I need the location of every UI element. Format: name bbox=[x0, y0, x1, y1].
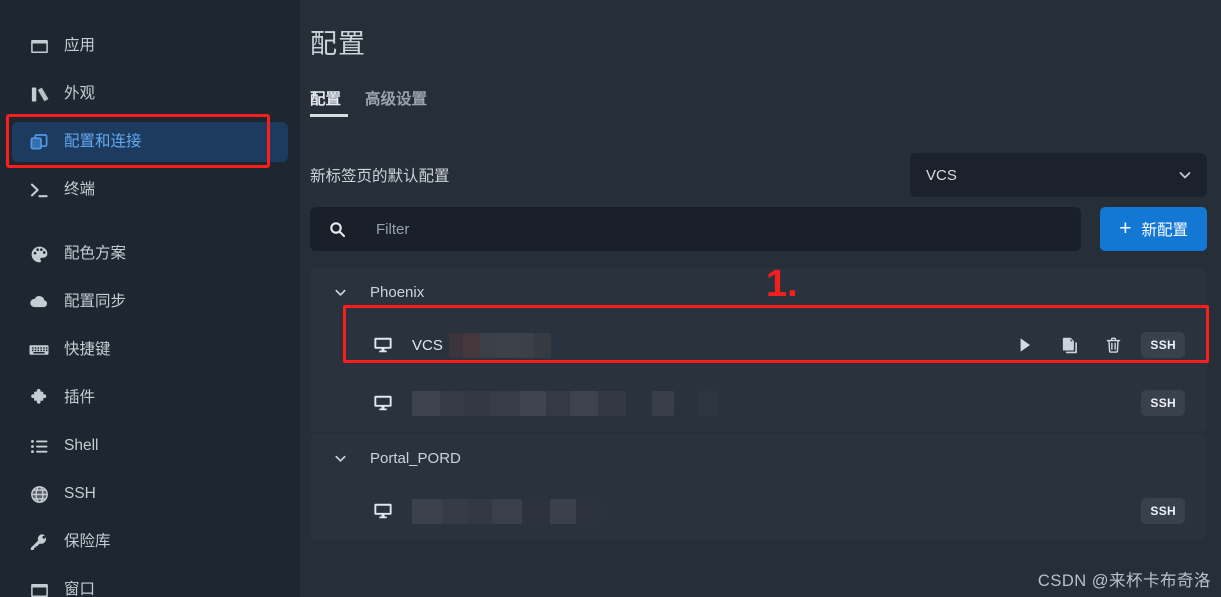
page-title: 配置 bbox=[310, 29, 366, 59]
list-icon bbox=[28, 435, 50, 457]
sidebar-item-list: 应用外观配置和连接终端配色方案配置同步快捷键插件 Shell SSH 保险库窗口 bbox=[0, 26, 300, 597]
sidebar-item-2[interactable]: 外观 bbox=[12, 74, 288, 114]
monitor-icon bbox=[373, 393, 393, 413]
sidebar-item-label: 终端 bbox=[64, 181, 96, 199]
trash-icon[interactable] bbox=[1091, 328, 1135, 362]
profile-group-list: Phoenix VCS SSH SSH Portal_PORD SSH bbox=[310, 268, 1209, 540]
row-actions: SSH bbox=[1135, 498, 1185, 524]
groups-container: Phoenix VCS SSH SSH Portal_PORD SSH bbox=[310, 268, 1207, 540]
tab-2[interactable]: 高级设置 bbox=[365, 87, 427, 117]
settings-main-panel: 配置 配置 高级设置 新标签页的默认配置 VCS Filter + 新配置 Ph… bbox=[300, 0, 1221, 597]
profile-group: Portal_PORD SSH bbox=[310, 434, 1207, 540]
redacted-profile-detail bbox=[448, 332, 1004, 358]
chevron-down-icon bbox=[333, 451, 348, 466]
profile-row[interactable]: SSH bbox=[310, 482, 1207, 540]
sidebar-item-label: 配色方案 bbox=[64, 245, 127, 263]
sidebar-item-label: 保险库 bbox=[64, 533, 111, 551]
redacted-profile-detail bbox=[412, 390, 1135, 416]
profiles-icon bbox=[28, 131, 50, 153]
sidebar-item-1[interactable]: 应用 bbox=[12, 26, 288, 66]
profile-row[interactable]: VCS SSH bbox=[310, 316, 1207, 374]
key-icon bbox=[28, 531, 50, 553]
profile-row[interactable]: SSH bbox=[310, 374, 1207, 432]
search-box[interactable] bbox=[310, 207, 1082, 251]
sidebar-item-label: 外观 bbox=[64, 85, 96, 103]
sidebar-item-label: 配置和连接 bbox=[64, 133, 142, 151]
terminal-icon bbox=[28, 179, 50, 201]
sidebar-item-8[interactable]: 插件 bbox=[12, 378, 288, 418]
monitor-icon bbox=[373, 335, 393, 355]
new-profile-button[interactable]: + 新配置 bbox=[1100, 207, 1207, 251]
plus-icon: + bbox=[1119, 216, 1132, 240]
group-name: Phoenix bbox=[370, 283, 425, 301]
default-profile-value: VCS bbox=[926, 166, 957, 184]
search-icon bbox=[329, 221, 346, 238]
filter-row: + 新配置 bbox=[310, 207, 1221, 251]
ssh-badge[interactable]: SSH bbox=[1141, 390, 1185, 416]
window-icon bbox=[28, 579, 50, 597]
sidebar-item-7[interactable]: 快捷键 bbox=[12, 330, 288, 370]
sidebar-item-3[interactable]: 配置和连接 bbox=[12, 122, 288, 162]
sidebar-item-label: SSH bbox=[64, 485, 96, 503]
keyboard-icon bbox=[28, 339, 50, 361]
cloud-icon bbox=[28, 291, 50, 313]
ssh-badge[interactable]: SSH bbox=[1141, 498, 1185, 524]
monitor-icon bbox=[373, 501, 393, 521]
sidebar-item-12[interactable]: 窗口 bbox=[12, 570, 288, 597]
chevron-down-icon bbox=[1177, 167, 1193, 183]
profile-name: VCS bbox=[412, 336, 443, 354]
tab-1[interactable]: 配置 bbox=[310, 87, 349, 117]
sidebar-item-label: 插件 bbox=[64, 389, 96, 407]
sidebar-item-6[interactable]: 配置同步 bbox=[12, 282, 288, 322]
redacted-profile-detail bbox=[412, 498, 1135, 524]
sidebar-item-label: Shell bbox=[64, 437, 99, 455]
sidebar-item-5[interactable]: 配色方案 bbox=[12, 234, 288, 274]
row-actions: SSH bbox=[1003, 328, 1185, 362]
sidebar-item-9[interactable]: Shell bbox=[12, 426, 288, 466]
group-header[interactable]: Phoenix bbox=[310, 268, 1207, 316]
search-input[interactable] bbox=[376, 207, 1082, 251]
settings-sidebar: 应用外观配置和连接终端配色方案配置同步快捷键插件 Shell SSH 保险库窗口 bbox=[0, 0, 300, 597]
ssh-badge[interactable]: SSH bbox=[1141, 332, 1185, 358]
chevron-down-icon bbox=[333, 285, 348, 300]
sidebar-item-label: 窗口 bbox=[64, 581, 96, 597]
palette-swatch-icon bbox=[28, 83, 50, 105]
sidebar-item-label: 应用 bbox=[64, 37, 96, 55]
puzzle-icon bbox=[28, 387, 50, 409]
duplicate-icon[interactable] bbox=[1047, 328, 1091, 362]
tab-bar: 配置 高级设置 bbox=[310, 87, 1221, 117]
profile-group: Phoenix VCS SSH SSH bbox=[310, 268, 1207, 432]
play-icon[interactable] bbox=[1003, 328, 1047, 362]
settings-window: 应用外观配置和连接终端配色方案配置同步快捷键插件 Shell SSH 保险库窗口 配置… bbox=[0, 0, 1221, 597]
sidebar-item-11[interactable]: 保险库 bbox=[12, 522, 288, 562]
default-profile-label: 新标签页的默认配置 bbox=[310, 168, 450, 185]
window-icon bbox=[28, 35, 50, 57]
sidebar-item-10[interactable]: SSH bbox=[12, 474, 288, 514]
sidebar-item-label: 快捷键 bbox=[64, 341, 111, 359]
sidebar-item-label: 配置同步 bbox=[64, 293, 127, 311]
group-name: Portal_PORD bbox=[370, 449, 461, 467]
default-profile-row: 新标签页的默认配置 VCS bbox=[310, 151, 1221, 199]
new-profile-button-label: 新配置 bbox=[1141, 222, 1188, 239]
group-header[interactable]: Portal_PORD bbox=[310, 434, 1207, 482]
globe-icon bbox=[28, 483, 50, 505]
sidebar-item-4[interactable]: 终端 bbox=[12, 170, 288, 210]
color-palette-icon bbox=[28, 243, 50, 265]
sidebar-divider bbox=[0, 218, 300, 234]
default-profile-select[interactable]: VCS bbox=[910, 153, 1207, 197]
row-actions: SSH bbox=[1135, 390, 1185, 416]
